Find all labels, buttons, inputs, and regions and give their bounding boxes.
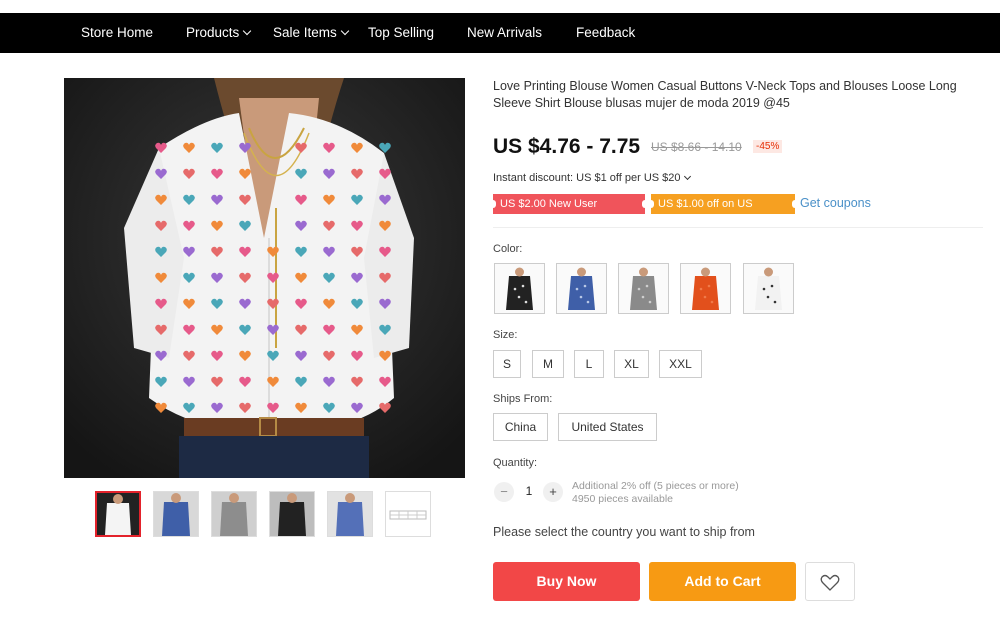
color-swatch-image — [619, 264, 668, 313]
discount-badge: -45% — [753, 140, 783, 153]
nav-sale-items-label: Sale Items — [273, 25, 337, 40]
nav-sale-items[interactable]: Sale Items — [273, 13, 350, 53]
get-coupons-link[interactable]: Get coupons — [800, 196, 871, 210]
color-option-grey-print[interactable] — [618, 263, 669, 314]
size-option-l[interactable]: L — [574, 350, 604, 378]
color-option-blue-print[interactable] — [556, 263, 607, 314]
color-swatch-image — [495, 264, 544, 313]
quantity-value[interactable]: 1 — [523, 484, 535, 498]
original-price: US $8.66 - 14.10 — [651, 140, 742, 154]
nav-new-arrivals[interactable]: New Arrivals — [467, 13, 542, 53]
color-swatch-image — [744, 264, 793, 313]
size-option-m[interactable]: M — [532, 350, 564, 378]
quantity-label: Quantity: — [493, 457, 538, 469]
thumb-shirt — [220, 502, 248, 536]
thumb-shirt — [278, 502, 306, 536]
main-product-image[interactable] — [64, 78, 465, 478]
thumbnail-2[interactable] — [153, 491, 199, 537]
buy-now-button[interactable]: Buy Now — [493, 562, 640, 601]
color-option-black-dots[interactable] — [494, 263, 545, 314]
new-user-coupon[interactable]: US $2.00 New User Coupon — [490, 194, 648, 230]
color-swatch-image — [557, 264, 606, 313]
size-option-xl[interactable]: XL — [614, 350, 649, 378]
quantity-increase-button[interactable]: + — [543, 482, 563, 502]
top-nav-bar: Store Home Products Sale Items Top Selli… — [0, 13, 1000, 53]
add-to-cart-button[interactable]: Add to Cart — [649, 562, 796, 601]
nav-store-home[interactable]: Store Home — [81, 13, 153, 53]
thumbnail-1[interactable] — [95, 491, 141, 537]
price: US $4.76 - 7.75 — [493, 135, 641, 158]
instant-discount-text: Instant discount: US $1 off per US $20 — [493, 172, 681, 184]
heart-icon — [820, 574, 840, 591]
chevron-down-icon — [340, 26, 350, 36]
color-option-orange[interactable] — [680, 263, 731, 314]
instant-discount[interactable]: Instant discount: US $1 off per US $20 — [493, 172, 691, 184]
thumbnail-6-size-chart[interactable] — [385, 491, 431, 537]
product-title: Love Printing Blouse Women Casual Button… — [493, 79, 957, 110]
nav-top-selling[interactable]: Top Selling — [368, 13, 434, 53]
quantity-decrease-button[interactable]: − — [494, 482, 514, 502]
color-swatch-image — [681, 264, 730, 313]
wishlist-button[interactable] — [805, 562, 855, 601]
thumbnail-5[interactable] — [327, 491, 373, 537]
thumb-shirt — [105, 503, 131, 535]
product-photo — [64, 78, 465, 478]
store-coupon[interactable]: US $1.00 off on US $19.00 — [648, 194, 798, 230]
color-option-white-black[interactable] — [743, 263, 794, 314]
ship-country-message: Please select the country you want to sh… — [493, 525, 755, 539]
bulk-discount-note: Additional 2% off (5 pieces or more) — [572, 480, 739, 492]
divider — [493, 227, 983, 228]
thumb-shirt — [162, 502, 190, 536]
size-label: Size: — [493, 329, 518, 341]
ships-from-china[interactable]: China — [493, 413, 548, 441]
size-option-s[interactable]: S — [493, 350, 521, 378]
nav-products[interactable]: Products — [186, 13, 252, 53]
ships-from-label: Ships From: — [493, 393, 553, 405]
stock-available: 4950 pieces available — [572, 493, 673, 505]
size-option-xxl[interactable]: XXL — [659, 350, 702, 378]
thumbnail-3[interactable] — [211, 491, 257, 537]
thumb-shirt — [336, 502, 364, 536]
nav-products-label: Products — [186, 25, 240, 40]
thumbnail-4[interactable] — [269, 491, 315, 537]
color-label: Color: — [493, 243, 523, 255]
chevron-down-icon — [683, 172, 691, 181]
chevron-down-icon — [243, 26, 252, 36]
ships-from-united-states[interactable]: United States — [558, 413, 657, 441]
nav-feedback[interactable]: Feedback — [576, 13, 635, 53]
